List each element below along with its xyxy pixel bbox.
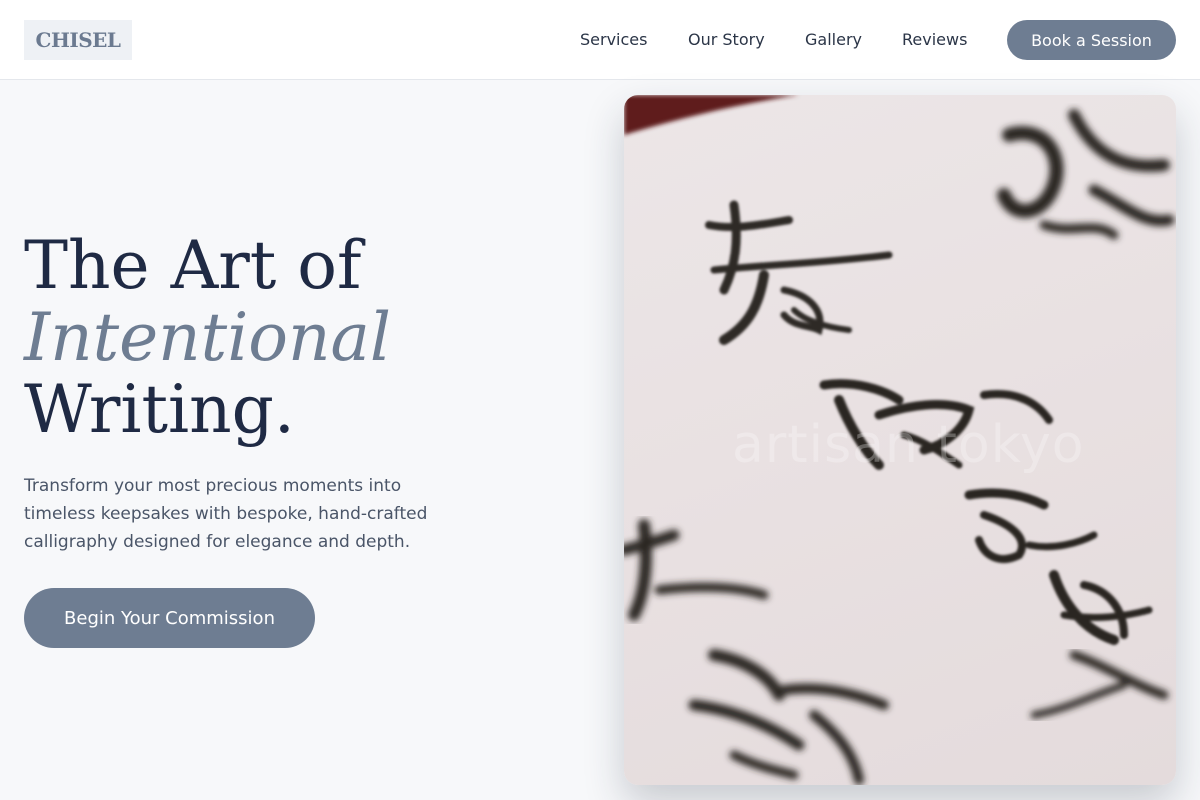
image-watermark: artisan tokyo — [732, 415, 1085, 475]
hero-calligraphy-image: artisan tokyo — [624, 95, 1176, 785]
begin-commission-button[interactable]: Begin Your Commission — [24, 588, 315, 648]
headline-line-1: The Art of — [24, 227, 362, 304]
nav-link-our-story[interactable]: Our Story — [688, 28, 765, 52]
logo[interactable]: CHISEL — [24, 20, 132, 60]
nav-link-gallery[interactable]: Gallery — [805, 28, 862, 52]
hero-subtext: Transform your most precious moments int… — [24, 476, 428, 552]
nav-link-services[interactable]: Services — [580, 28, 647, 52]
book-session-button[interactable]: Book a Session — [1007, 20, 1176, 60]
nav-link-reviews[interactable]: Reviews — [902, 28, 967, 52]
headline-accent: Intentional — [24, 299, 391, 376]
site-header: CHISEL Services Our Story Gallery Review… — [0, 0, 1200, 80]
headline-line-3: Writing. — [24, 371, 295, 448]
hero-headline: The Art of Intentional Writing. — [24, 230, 584, 446]
